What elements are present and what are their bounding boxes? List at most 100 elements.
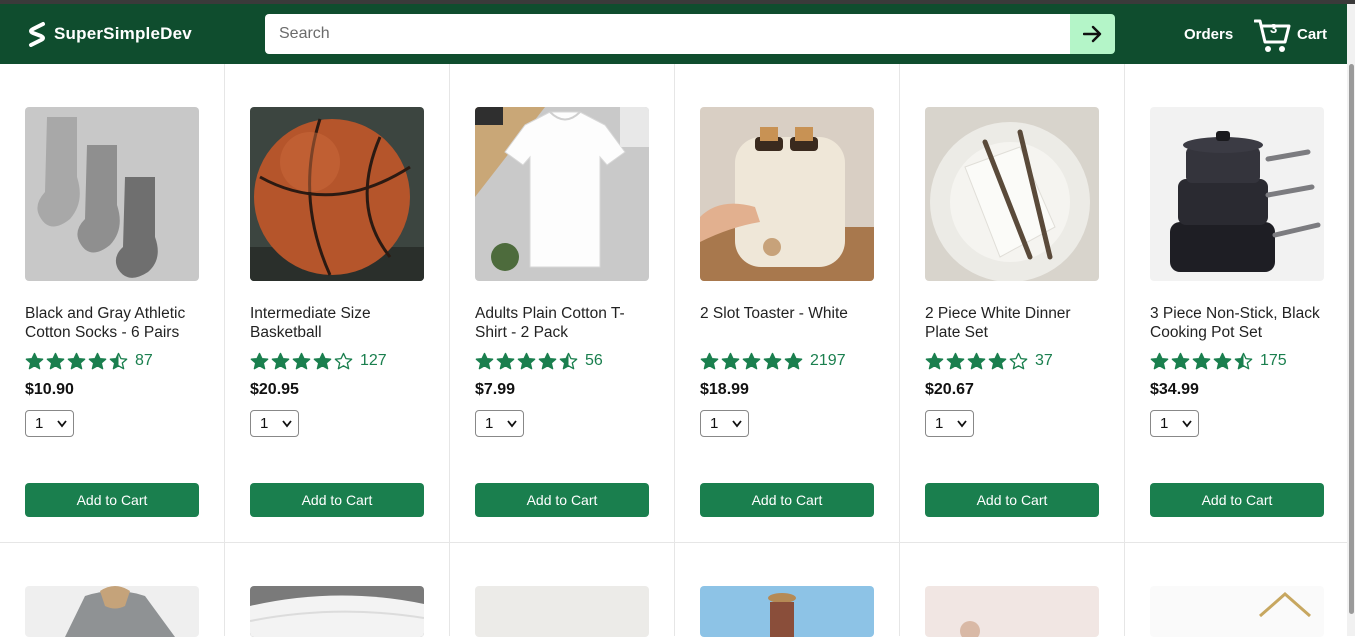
logo-s-icon (29, 22, 45, 47)
quantity-value: 1 (935, 415, 944, 432)
product-image-towels (250, 586, 424, 637)
product-rating: 175 (1150, 350, 1287, 372)
product-price: $18.99 (700, 381, 749, 398)
star-icon (25, 352, 44, 369)
star-icon (925, 352, 944, 369)
product-name: 2 Piece White Dinner Plate Set (925, 305, 1071, 341)
star-icon (475, 352, 494, 369)
star-icon (334, 352, 353, 369)
quantity-select[interactable]: 1 (250, 410, 299, 437)
product-card: 3 Piece Non-Stick, Black Cooking Pot Set… (1125, 64, 1347, 543)
star-icon (496, 352, 515, 369)
product-card: 2 Piece White Dinner Plate Set 37 $20.67… (900, 64, 1125, 543)
rating-count[interactable]: 175 (1260, 352, 1287, 370)
star-icon (559, 352, 578, 369)
product-image-basketball (250, 107, 424, 281)
quantity-value: 1 (485, 415, 494, 432)
star-icon (250, 352, 269, 369)
quantity-select[interactable]: 1 (1150, 410, 1199, 437)
product-price: $20.95 (250, 381, 299, 398)
orders-link[interactable]: Orders (1184, 26, 1233, 43)
quantity-value: 1 (260, 415, 269, 432)
star-icon (1213, 352, 1232, 369)
add-to-cart-button[interactable]: Add to Cart (925, 483, 1099, 517)
rating-count[interactable]: 87 (135, 352, 153, 370)
quantity-value: 1 (35, 415, 44, 432)
product-card: 2 Slot Toaster - White 2197 $18.99 1 Add… (675, 64, 900, 543)
product-card: Black and Gray Athletic Cotton Socks - 6… (0, 64, 225, 543)
chevron-down-icon (732, 420, 742, 428)
product-name: Adults Plain Cotton T-Shirt - 2 Pack (475, 305, 625, 341)
rating-stars-icon (925, 352, 1030, 371)
search-bar (265, 14, 1115, 54)
product-image-hat-model (700, 586, 874, 637)
search-input[interactable] (265, 14, 1070, 54)
star-icon (967, 352, 986, 369)
cart-count-badge: 3 (1270, 21, 1278, 36)
quantity-select[interactable]: 1 (25, 410, 74, 437)
product-card: Intermediate Size Basketball 127 $20.95 … (225, 64, 450, 543)
product-price: $10.90 (25, 381, 74, 398)
quantity-value: 1 (1160, 415, 1169, 432)
rating-count[interactable]: 37 (1035, 352, 1053, 370)
rating-count[interactable]: 56 (585, 352, 603, 370)
quantity-select[interactable]: 1 (475, 410, 524, 437)
chevron-down-icon (57, 420, 67, 428)
rating-count[interactable]: 127 (360, 352, 387, 370)
star-icon (784, 352, 803, 369)
star-icon (1009, 352, 1028, 369)
product-image-tshirt (475, 107, 649, 281)
chevron-down-icon (282, 420, 292, 428)
quantity-value: 1 (710, 415, 719, 432)
search-button[interactable] (1070, 14, 1115, 54)
star-icon (271, 352, 290, 369)
star-icon (1171, 352, 1190, 369)
quantity-select[interactable]: 1 (700, 410, 749, 437)
quantity-select[interactable]: 1 (925, 410, 974, 437)
chevron-down-icon (1182, 420, 1192, 428)
rating-count[interactable]: 2197 (810, 352, 846, 370)
brand-logo[interactable]: SuperSimpleDev (27, 21, 192, 47)
star-icon (313, 352, 332, 369)
rating-stars-icon (25, 352, 130, 371)
product-card: Adults Plain Cotton T-Shirt - 2 Pack 56 … (450, 64, 675, 543)
rating-stars-icon (475, 352, 580, 371)
star-icon (763, 352, 782, 369)
product-image-pots (1150, 107, 1324, 281)
product-image-pink-item (925, 586, 1099, 637)
product-image-plates (925, 107, 1099, 281)
product-card-partial (900, 543, 1125, 637)
product-card-partial (1125, 543, 1347, 637)
add-to-cart-button[interactable]: Add to Cart (700, 483, 874, 517)
product-price: $34.99 (1150, 381, 1199, 398)
brand-name: SuperSimpleDev (54, 24, 192, 43)
star-icon (109, 352, 128, 369)
rating-stars-icon (250, 352, 355, 371)
star-icon (1192, 352, 1211, 369)
add-to-cart-button[interactable]: Add to Cart (25, 483, 199, 517)
product-image-gold-item (1150, 586, 1324, 637)
chevron-down-icon (957, 420, 967, 428)
product-name: Intermediate Size Basketball (250, 305, 371, 341)
scrollbar-thumb[interactable] (1349, 64, 1354, 614)
products-grid: Black and Gray Athletic Cotton Socks - 6… (0, 64, 1347, 637)
site-header: SuperSimpleDev Orders 3 Cart (0, 4, 1347, 64)
product-image-white-item (475, 586, 649, 637)
chevron-down-icon (507, 420, 517, 428)
product-name: 2 Slot Toaster - White (700, 305, 848, 322)
add-to-cart-button[interactable]: Add to Cart (475, 483, 649, 517)
cart-label: Cart (1297, 26, 1328, 43)
product-rating: 87 (25, 350, 153, 372)
star-icon (292, 352, 311, 369)
star-icon (67, 352, 86, 369)
star-icon (721, 352, 740, 369)
add-to-cart-button[interactable]: Add to Cart (1150, 483, 1324, 517)
cart-link[interactable]: 3 Cart (1254, 16, 1334, 56)
rating-stars-icon (700, 352, 805, 371)
product-rating: 127 (250, 350, 387, 372)
product-price: $20.67 (925, 381, 974, 398)
add-to-cart-button[interactable]: Add to Cart (250, 483, 424, 517)
arrow-right-icon (1082, 25, 1101, 43)
star-icon (88, 352, 107, 369)
product-card-partial (225, 543, 450, 637)
